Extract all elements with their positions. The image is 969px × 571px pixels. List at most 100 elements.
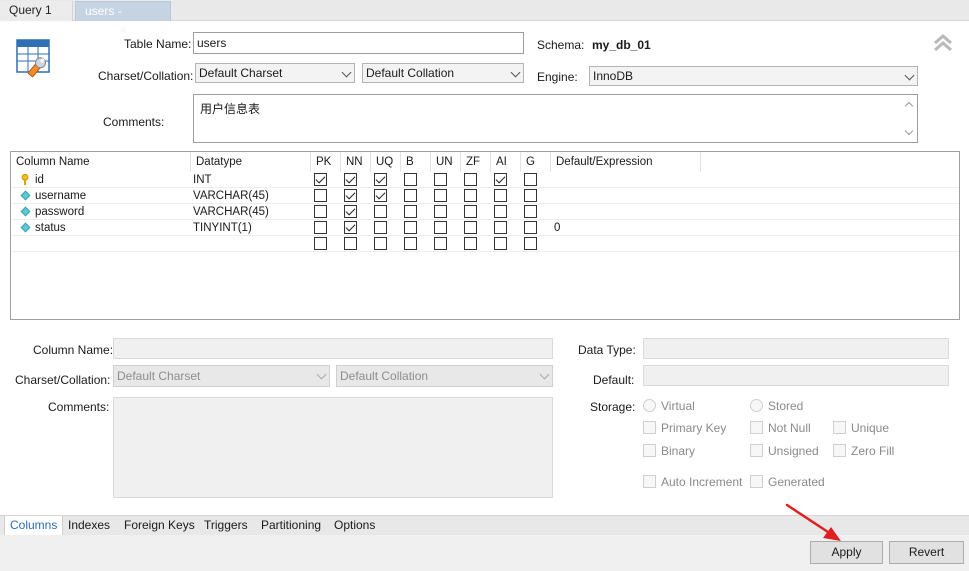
stored-radio[interactable] (750, 399, 763, 412)
checkbox-uq[interactable] (374, 237, 387, 250)
checkbox-ai[interactable] (494, 221, 507, 234)
table-row[interactable] (11, 236, 959, 252)
tab-triggers[interactable]: Triggers (199, 516, 253, 536)
cell-datatype[interactable]: VARCHAR(45) (193, 188, 269, 204)
checkbox-zf[interactable] (464, 205, 477, 218)
checkbox-g[interactable] (524, 237, 537, 250)
header-b[interactable]: B (401, 152, 431, 172)
header-zf[interactable]: ZF (461, 152, 491, 172)
checkbox-uq[interactable] (374, 189, 387, 202)
checkbox-un[interactable] (434, 221, 447, 234)
table-row[interactable]: id INT (11, 172, 959, 188)
checkbox-g[interactable] (524, 221, 537, 234)
tab-foreign-keys[interactable]: Foreign Keys (119, 516, 200, 536)
engine-select[interactable]: InnoDB (589, 66, 918, 86)
header-ai[interactable]: AI (491, 152, 521, 172)
table-row[interactable]: status TINYINT(1) 0 (11, 220, 959, 236)
virtual-radio[interactable] (643, 399, 656, 412)
table-row[interactable]: username VARCHAR(45) (11, 188, 959, 204)
cell-column-name[interactable]: id (35, 172, 44, 188)
checkbox-un[interactable] (434, 237, 447, 250)
checkbox-uq[interactable] (374, 173, 387, 186)
column-comments-textarea[interactable] (113, 397, 553, 498)
checkbox-pk[interactable] (314, 205, 327, 218)
tab-columns[interactable]: Columns (4, 516, 64, 536)
cell-column-name[interactable]: status (35, 220, 66, 236)
auto-increment-checkbox[interactable] (643, 475, 656, 488)
binary-checkbox[interactable] (643, 444, 656, 457)
checkbox-un[interactable] (434, 173, 447, 186)
cell-column-name[interactable]: username (35, 188, 86, 204)
charset-select[interactable]: Default Charset (195, 63, 355, 83)
tab-users-table[interactable]: users - Table ✕ (75, 1, 171, 37)
checkbox-pk[interactable] (314, 173, 327, 186)
checkbox-nn[interactable] (344, 237, 357, 250)
checkbox-nn[interactable] (344, 189, 357, 202)
checkbox-zf[interactable] (464, 189, 477, 202)
checkbox-g[interactable] (524, 189, 537, 202)
checkbox-zf[interactable] (464, 237, 477, 250)
header-un[interactable]: UN (431, 152, 461, 172)
checkbox-un[interactable] (434, 189, 447, 202)
header-uq[interactable]: UQ (371, 152, 401, 172)
checkbox-b[interactable] (404, 205, 417, 218)
tab-query-1[interactable]: Query 1 (0, 1, 73, 21)
checkbox-ai[interactable] (494, 237, 507, 250)
cell-datatype[interactable]: TINYINT(1) (193, 220, 252, 236)
checkbox-ai[interactable] (494, 189, 507, 202)
columns-grid[interactable]: Column Name Datatype PK NN UQ B UN ZF AI… (10, 151, 960, 320)
checkbox-b[interactable] (404, 221, 417, 234)
default-input[interactable] (643, 365, 949, 386)
checkbox-pk[interactable] (314, 189, 327, 202)
cell-column-name[interactable]: password (35, 204, 84, 220)
tab-partitioning[interactable]: Partitioning (256, 516, 326, 536)
column-charset-select[interactable]: Default Charset (113, 365, 330, 387)
unsigned-checkbox[interactable] (750, 444, 763, 457)
header-pk[interactable]: PK (311, 152, 341, 172)
generated-checkbox[interactable] (750, 475, 763, 488)
checkbox-b[interactable] (404, 173, 417, 186)
textarea-scrollbar[interactable] (902, 96, 916, 141)
checkbox-pk[interactable] (314, 237, 327, 250)
checkbox-un[interactable] (434, 205, 447, 218)
checkbox-ai[interactable] (494, 205, 507, 218)
unique-checkbox[interactable] (833, 421, 846, 434)
tab-options[interactable]: Options (329, 516, 380, 536)
table-comments-textarea[interactable]: 用户信息表 (193, 94, 918, 143)
table-name-input[interactable]: users (193, 32, 524, 54)
header-column-name[interactable]: Column Name (11, 152, 191, 172)
zero-fill-checkbox[interactable] (833, 444, 846, 457)
cell-default-expression[interactable]: 0 (554, 220, 560, 236)
revert-button[interactable]: Revert (889, 541, 964, 564)
checkbox-g[interactable] (524, 173, 537, 186)
checkbox-zf[interactable] (464, 221, 477, 234)
checkbox-uq[interactable] (374, 205, 387, 218)
checkbox-b[interactable] (404, 189, 417, 202)
header-nn[interactable]: NN (341, 152, 371, 172)
checkbox-g[interactable] (524, 205, 537, 218)
cell-datatype[interactable]: INT (193, 172, 212, 188)
data-type-input[interactable] (643, 338, 949, 359)
not-null-checkbox[interactable] (750, 421, 763, 434)
header-default-expression[interactable]: Default/Expression (551, 152, 701, 172)
column-collation-select[interactable]: Default Collation (336, 365, 553, 387)
checkbox-zf[interactable] (464, 173, 477, 186)
checkbox-ai[interactable] (494, 173, 507, 186)
primary-key-checkbox[interactable] (643, 421, 656, 434)
checkbox-nn[interactable] (344, 221, 357, 234)
collation-select[interactable]: Default Collation (362, 63, 524, 83)
checkbox-b[interactable] (404, 237, 417, 250)
checkbox-nn[interactable] (344, 173, 357, 186)
header-g[interactable]: G (521, 152, 551, 172)
collapse-chevron-icon[interactable] (932, 32, 954, 54)
key-icon (21, 173, 29, 185)
checkbox-uq[interactable] (374, 221, 387, 234)
tab-indexes[interactable]: Indexes (63, 516, 115, 536)
table-row[interactable]: password VARCHAR(45) (11, 204, 959, 220)
cell-datatype[interactable]: VARCHAR(45) (193, 204, 269, 220)
header-datatype[interactable]: Datatype (191, 152, 311, 172)
close-tab-icon[interactable]: ✕ (119, 25, 128, 37)
checkbox-pk[interactable] (314, 221, 327, 234)
checkbox-nn[interactable] (344, 205, 357, 218)
column-name-input[interactable] (113, 338, 553, 359)
